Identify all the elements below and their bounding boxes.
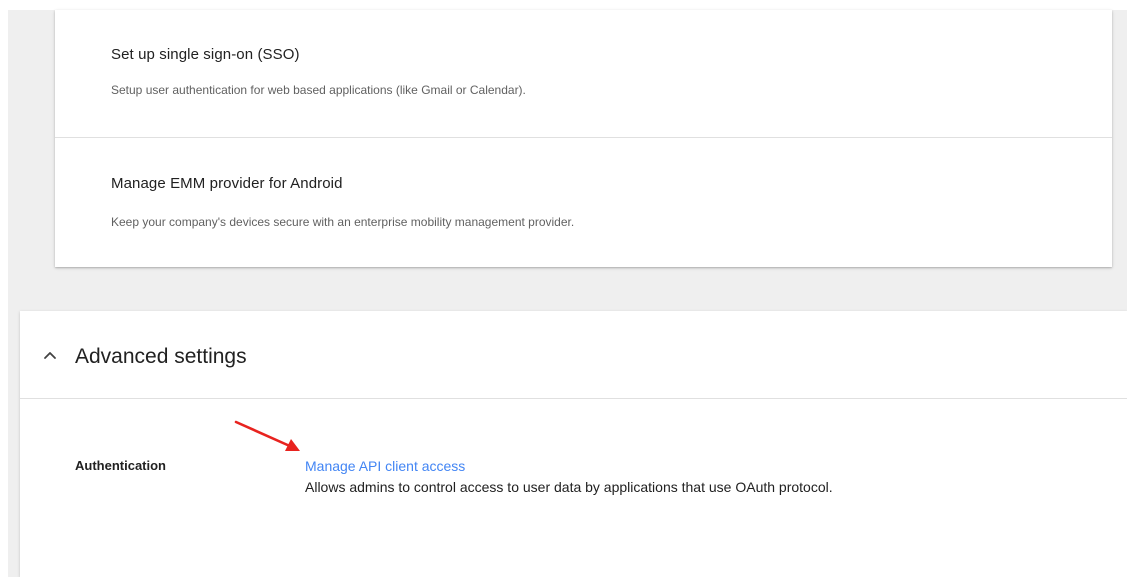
chevron-up-icon[interactable] [42,347,58,363]
security-settings-card: Set up single sign-on (SSO) Setup user a… [55,10,1112,267]
emm-provider-description: Keep your company's devices secure with … [111,215,575,229]
sso-setting-row[interactable]: Set up single sign-on (SSO) Setup user a… [55,10,1112,137]
emm-provider-title: Manage EMM provider for Android [111,175,343,192]
red-arrow-icon [234,420,300,451]
advanced-settings-title: Advanced settings [75,345,247,368]
sso-description: Setup user authentication for web based … [111,83,526,97]
advanced-settings-header[interactable]: Advanced settings [20,311,1127,398]
manage-api-client-access-description: Allows admins to control access to user … [305,479,833,495]
authentication-label: Authentication [75,458,166,473]
sso-title: Set up single sign-on (SSO) [111,46,300,63]
manage-api-client-access-link[interactable]: Manage API client access [305,458,465,474]
emm-provider-setting-row[interactable]: Manage EMM provider for Android Keep you… [55,138,1112,267]
advanced-settings-panel: Advanced settings Authentication Manage … [20,311,1127,577]
advanced-settings-divider [20,398,1127,399]
page: Set up single sign-on (SSO) Setup user a… [0,0,1127,577]
